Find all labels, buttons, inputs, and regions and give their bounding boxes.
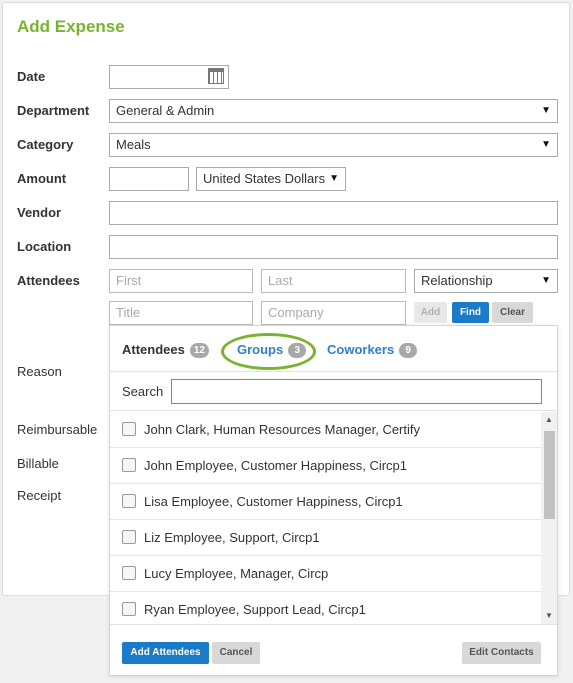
add-attendees-button[interactable]: Add Attendees — [122, 642, 209, 664]
reimbursable-label: Reimbursable — [17, 422, 98, 437]
list-item-label: Lucy Employee, Manager, Circp — [144, 566, 329, 581]
relationship-value: Relationship — [421, 273, 493, 288]
attendees-label: Attendees — [17, 273, 80, 288]
amount-label: Amount — [17, 171, 67, 186]
highlight-circle — [221, 333, 316, 370]
scroll-up-icon[interactable]: ▲ — [541, 412, 557, 428]
clear-button[interactable]: Clear — [492, 302, 533, 323]
amount-input[interactable] — [109, 167, 189, 191]
picker-tabs: Attendees 12 Groups 3 Coworkers 9 — [110, 326, 557, 372]
company-placeholder: Company — [268, 305, 324, 320]
billable-label: Billable — [17, 456, 59, 471]
tab-label: Coworkers — [327, 342, 395, 357]
checkbox[interactable] — [122, 566, 136, 580]
receipt-label: Receipt — [17, 488, 62, 503]
list-item[interactable]: John Employee, Customer Happiness, Circp… — [110, 448, 541, 484]
relationship-select[interactable]: Relationship ▼ — [414, 269, 558, 293]
last-name-input[interactable]: Last — [261, 269, 406, 293]
location-input[interactable] — [109, 235, 558, 259]
department-value: General & Admin — [116, 103, 215, 118]
category-value: Meals — [116, 137, 151, 152]
list-item[interactable]: Ryan Employee, Support Lead, Circp1 — [110, 592, 541, 624]
vendor-label: Vendor — [17, 205, 62, 220]
page-title: Add Expense — [17, 17, 125, 36]
first-name-input[interactable]: First — [109, 269, 253, 293]
category-select[interactable]: Meals ▼ — [109, 133, 558, 157]
currency-select[interactable]: United States Dollars ▼ — [196, 167, 346, 191]
vendor-input[interactable] — [109, 201, 558, 225]
category-label: Category — [17, 137, 74, 152]
company-input[interactable]: Company — [261, 301, 406, 325]
caret-down-icon: ▼ — [327, 168, 339, 190]
checkbox[interactable] — [122, 458, 136, 472]
search-label: Search — [122, 384, 164, 399]
search-input[interactable] — [171, 379, 542, 404]
department-label: Department — [17, 103, 90, 118]
checkbox[interactable] — [122, 602, 136, 616]
find-button[interactable]: Find — [452, 302, 489, 323]
currency-value: United States Dollars — [203, 171, 326, 186]
list-item-label: Lisa Employee, Customer Happiness, Circp… — [144, 494, 403, 509]
list-scrollbar[interactable]: ▲ ▼ — [541, 412, 557, 624]
checkbox[interactable] — [122, 530, 136, 544]
cancel-button[interactable]: Cancel — [212, 642, 260, 664]
list-item[interactable]: John Clark, Human Resources Manager, Cer… — [110, 412, 541, 448]
scrollbar-thumb[interactable] — [544, 431, 555, 519]
list-item-label: Liz Employee, Support, Circp1 — [144, 530, 320, 545]
attendee-picker-popup: Attendees 12 Groups 3 Coworkers 9 Search Jo… — [109, 325, 558, 676]
reason-label: Reason — [17, 364, 62, 379]
title-input[interactable]: Title — [109, 301, 253, 325]
date-input[interactable] — [109, 65, 229, 89]
caret-down-icon: ▼ — [541, 275, 551, 286]
last-placeholder: Last — [268, 273, 293, 288]
count-badge: 12 — [189, 343, 209, 358]
title-placeholder: Title — [116, 305, 141, 320]
list-item[interactable]: Lucy Employee, Manager, Circp — [110, 556, 541, 592]
caret-down-icon: ▼ — [541, 105, 551, 116]
scroll-down-icon[interactable]: ▼ — [541, 608, 557, 624]
attendee-list: John Clark, Human Resources Manager, Cer… — [110, 412, 558, 624]
count-badge: 9 — [399, 343, 418, 358]
caret-down-icon: ▼ — [541, 139, 551, 150]
picker-search-row: Search — [110, 373, 557, 411]
edit-contacts-button[interactable]: Edit Contacts — [462, 642, 541, 664]
list-item-label: John Clark, Human Resources Manager, Cer… — [144, 422, 421, 437]
first-placeholder: First — [116, 273, 142, 288]
checkbox[interactable] — [122, 494, 136, 508]
checkbox[interactable] — [122, 422, 136, 436]
location-label: Location — [17, 239, 72, 254]
picker-footer: Add Attendees Cancel Edit Contacts — [110, 624, 557, 677]
add-attendee-button[interactable]: Add — [414, 302, 447, 323]
list-item-label: John Employee, Customer Happiness, Circp… — [144, 458, 408, 473]
date-label: Date — [17, 69, 46, 84]
tab-coworkers[interactable]: Coworkers 9 — [327, 342, 418, 358]
list-item-label: Ryan Employee, Support Lead, Circp1 — [144, 602, 366, 617]
list-item[interactable]: Lisa Employee, Customer Happiness, Circp… — [110, 484, 541, 520]
tab-attendees[interactable]: Attendees 12 — [122, 342, 209, 358]
list-item[interactable]: Liz Employee, Support, Circp1 — [110, 520, 541, 556]
calendar-icon[interactable] — [208, 68, 224, 84]
tab-label: Attendees — [122, 342, 185, 357]
department-select[interactable]: General & Admin ▼ — [109, 99, 558, 123]
